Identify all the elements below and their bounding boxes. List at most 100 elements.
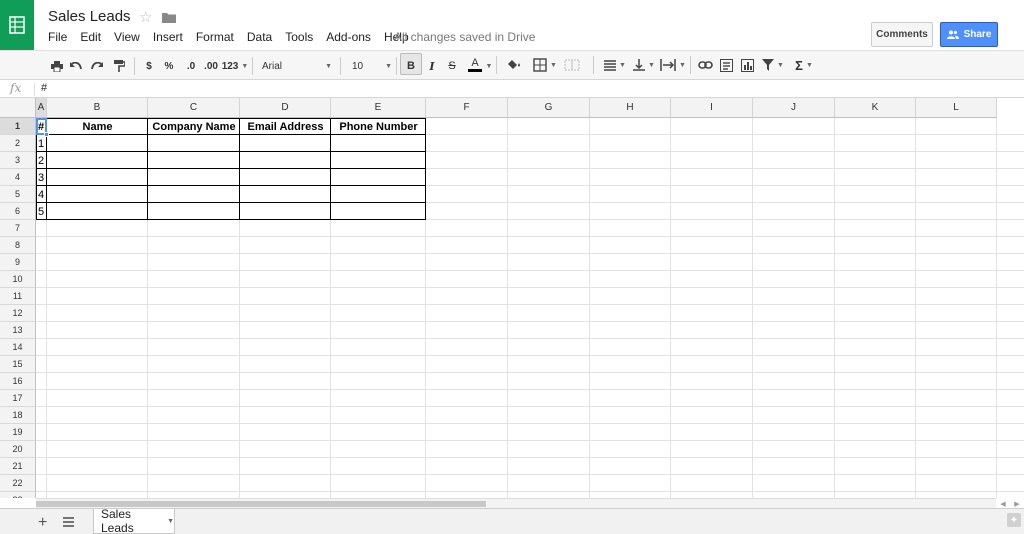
select-all-corner[interactable] xyxy=(0,98,36,118)
column-header-i[interactable]: I xyxy=(671,98,753,118)
chevron-down-icon[interactable]: ▼ xyxy=(167,518,174,525)
redo-icon[interactable] xyxy=(90,57,104,75)
paint-format-icon[interactable] xyxy=(112,57,126,75)
grid-line xyxy=(36,304,1024,305)
row-header-2[interactable]: 2 xyxy=(0,135,36,152)
row-header-3[interactable]: 3 xyxy=(0,152,36,169)
vertical-align-icon[interactable]: ▼ xyxy=(631,56,657,74)
strikethrough-button[interactable]: S xyxy=(446,57,458,75)
comment-icon[interactable] xyxy=(718,56,734,74)
row-header-13[interactable]: 13 xyxy=(0,322,36,339)
font-size-select[interactable]: 10 ▼ xyxy=(352,57,392,75)
menu-edit[interactable]: Edit xyxy=(80,30,101,44)
column-header-k[interactable]: K xyxy=(835,98,916,118)
row-header-7[interactable]: 7 xyxy=(0,220,36,237)
menu-view[interactable]: View xyxy=(114,30,140,44)
row-header-10[interactable]: 10 xyxy=(0,271,36,288)
italic-button[interactable]: I xyxy=(426,57,438,75)
font-family-select[interactable]: Arial ▼ xyxy=(262,57,332,75)
grid-line xyxy=(36,355,1024,356)
menu-file[interactable]: File xyxy=(48,30,67,44)
row-header-14[interactable]: 14 xyxy=(0,339,36,356)
fill-color-icon[interactable] xyxy=(503,56,525,74)
bold-button[interactable]: B xyxy=(404,57,418,75)
save-status[interactable]: All changes saved in Drive xyxy=(394,30,535,44)
column-header-g[interactable]: G xyxy=(508,98,590,118)
column-header-h[interactable]: H xyxy=(590,98,671,118)
row-header-1[interactable]: 1 xyxy=(0,118,36,135)
scroll-right-icon[interactable]: ▶ xyxy=(1014,500,1019,508)
formula-input[interactable]: # xyxy=(41,82,47,94)
grid-line xyxy=(36,270,1024,271)
table-header-cell[interactable]: Phone Number xyxy=(331,118,426,135)
undo-icon[interactable] xyxy=(69,57,83,75)
row-header-20[interactable]: 20 xyxy=(0,441,36,458)
explore-icon[interactable]: ✦ xyxy=(1007,513,1021,527)
row-header-18[interactable]: 18 xyxy=(0,407,36,424)
row-header-12[interactable]: 12 xyxy=(0,305,36,322)
grid-line xyxy=(36,287,1024,288)
column-header-j[interactable]: J xyxy=(753,98,835,118)
more-formats-button[interactable]: 123 ▼ xyxy=(222,57,249,75)
share-button[interactable]: Share xyxy=(940,22,998,47)
menu-insert[interactable]: Insert xyxy=(153,30,183,44)
text-color-button[interactable]: A xyxy=(464,55,486,73)
fill-handle[interactable] xyxy=(44,132,49,137)
row-header-15[interactable]: 15 xyxy=(0,356,36,373)
column-header-c[interactable]: C xyxy=(148,98,240,118)
print-icon[interactable] xyxy=(50,57,64,75)
star-icon[interactable]: ☆ xyxy=(139,8,152,26)
horizontal-scrollbar[interactable] xyxy=(36,498,996,508)
sum-icon: Σ xyxy=(795,57,803,73)
all-sheets-icon[interactable] xyxy=(63,516,74,530)
sheets-logo[interactable] xyxy=(0,0,34,50)
row-header-16[interactable]: 16 xyxy=(0,373,36,390)
row-header-23[interactable]: 23 xyxy=(0,492,36,498)
cell-grid[interactable]: A B C D E F G H I J K L 1 2 3 4 5 6 7 8 9 10 11 12 13 14 15 16 17 18 1… xyxy=(0,98,1024,498)
document-title[interactable]: Sales Leads xyxy=(48,8,131,25)
link-icon[interactable] xyxy=(697,56,713,74)
grid-line xyxy=(36,253,1024,254)
merge-cells-icon[interactable] xyxy=(561,56,583,74)
folder-icon[interactable] xyxy=(162,12,176,26)
menu-data[interactable]: Data xyxy=(247,30,272,44)
functions-button[interactable]: Σ ▼ xyxy=(791,56,817,74)
horizontal-align-icon[interactable]: ▼ xyxy=(602,56,628,74)
percent-format-button[interactable]: % xyxy=(162,57,176,75)
add-sheet-button[interactable]: + xyxy=(38,514,47,532)
menu-add-ons[interactable]: Add-ons xyxy=(326,30,371,44)
table-header-cell[interactable]: Email Address xyxy=(240,118,331,135)
borders-icon[interactable]: ▼ xyxy=(532,56,558,74)
menu-format[interactable]: Format xyxy=(196,30,234,44)
row-header-6[interactable]: 6 xyxy=(0,203,36,220)
decrease-decimals-button[interactable]: .0 xyxy=(183,57,199,75)
comments-button[interactable]: Comments xyxy=(871,22,933,47)
table-header-cell[interactable]: Name xyxy=(47,118,148,135)
scroll-left-icon[interactable]: ◀ xyxy=(1000,500,1005,508)
row-header-11[interactable]: 11 xyxy=(0,288,36,305)
increase-decimals-button[interactable]: .00 xyxy=(202,57,220,75)
sheet-tab-sales-leads[interactable]: Sales Leads ▼ xyxy=(93,507,175,534)
column-header-b[interactable]: B xyxy=(47,98,148,118)
column-header-l[interactable]: L xyxy=(916,98,997,118)
menu-tools[interactable]: Tools xyxy=(285,30,313,44)
text-wrapping-icon[interactable]: ▼ xyxy=(659,56,687,74)
column-header-a[interactable]: A xyxy=(36,98,47,118)
toolbar-divider xyxy=(593,56,594,74)
row-header-19[interactable]: 19 xyxy=(0,424,36,441)
chart-icon[interactable] xyxy=(739,56,755,74)
currency-format-button[interactable]: $ xyxy=(143,57,155,75)
row-header-9[interactable]: 9 xyxy=(0,254,36,271)
column-header-e[interactable]: E xyxy=(331,98,426,118)
row-header-21[interactable]: 21 xyxy=(0,458,36,475)
row-header-8[interactable]: 8 xyxy=(0,237,36,254)
row-header-17[interactable]: 17 xyxy=(0,390,36,407)
row-header-4[interactable]: 4 xyxy=(0,169,36,186)
column-header-f[interactable]: F xyxy=(426,98,508,118)
filter-icon[interactable]: ▼ xyxy=(760,56,786,74)
column-header-d[interactable]: D xyxy=(240,98,331,118)
chevron-down-icon[interactable]: ▼ xyxy=(486,57,493,75)
row-header-22[interactable]: 22 xyxy=(0,475,36,492)
row-header-5[interactable]: 5 xyxy=(0,186,36,203)
table-header-cell[interactable]: Company Name xyxy=(148,118,240,135)
